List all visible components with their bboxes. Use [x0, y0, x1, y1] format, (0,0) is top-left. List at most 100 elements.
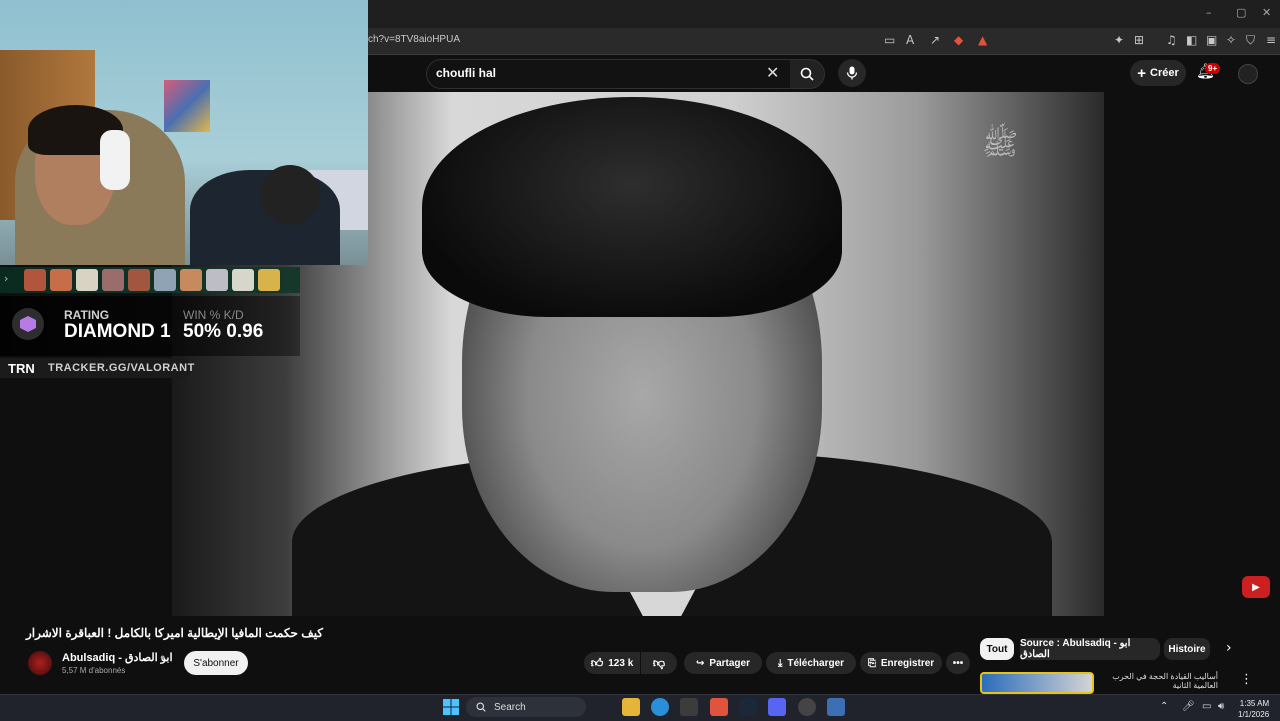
share-label: Partager — [709, 657, 750, 669]
tray-network-icon[interactable]: ▭ — [1202, 701, 1211, 712]
agent-portrait-icon — [50, 269, 72, 291]
thumbs-down-icon: 👎︎ — [652, 655, 666, 670]
taskbar-date: 1/1/2026 — [1238, 710, 1270, 719]
tray-volume-icon[interactable]: 🔊︎ — [1218, 701, 1224, 712]
share-arrow-icon: ↪ — [696, 657, 705, 669]
cast-icon[interactable]: ▭ — [884, 33, 895, 47]
leo-icon[interactable]: ✧ — [1226, 33, 1236, 47]
subscribe-watermark-icon[interactable]: ▶ — [1242, 576, 1270, 598]
edge-icon[interactable] — [651, 698, 669, 716]
more-actions-button[interactable]: ••• — [946, 652, 970, 674]
agent-portrait-icon — [102, 269, 124, 291]
media-icon[interactable]: ♫ — [1166, 33, 1177, 47]
verified-icon: ● — [160, 652, 166, 662]
download-button[interactable]: ⤓ Télécharger — [766, 652, 856, 674]
rating-value: DIAMOND 1 — [64, 321, 171, 342]
vpn-icon[interactable]: ⛉ — [1246, 33, 1255, 48]
windows-start-icon[interactable] — [442, 698, 460, 716]
like-count: 123 k — [608, 657, 634, 669]
address-bar[interactable]: ch?v=8TV8aioHPUA — [368, 34, 460, 45]
voice-search-button[interactable] — [838, 59, 866, 87]
share-icon[interactable]: ↗ — [930, 33, 940, 47]
search-icon — [476, 702, 486, 712]
create-button[interactable]: + Créer — [1130, 60, 1186, 86]
webcam-second-head — [260, 165, 320, 225]
menu-icon[interactable]: ≡ — [1266, 33, 1276, 47]
search-input[interactable]: choufli hal — [436, 66, 496, 80]
brave-shield-icon[interactable]: ◆ — [954, 33, 963, 47]
chip-history[interactable]: Histoire — [1164, 638, 1210, 660]
tracker-url: TRACKER.GG/VALORANT — [48, 362, 195, 374]
wallet-icon[interactable]: ▣ — [1206, 33, 1217, 47]
share-button[interactable]: ↪ Partager — [684, 652, 762, 674]
translate-icon[interactable]: A — [906, 33, 914, 47]
thumbs-up-icon: 👍︎ — [590, 655, 604, 670]
video-hair — [422, 97, 842, 317]
chip-source[interactable]: Source : Abulsadiq - ابو الصادق — [1020, 638, 1160, 660]
notification-count-badge: 9+ — [1205, 63, 1221, 74]
settings-gear-icon[interactable] — [827, 698, 845, 716]
headset-icon — [100, 130, 130, 190]
diamond-rank-icon — [12, 308, 44, 340]
taskbar-search-box[interactable]: Search — [466, 697, 586, 717]
maximize-button[interactable]: ▢ — [1236, 6, 1246, 19]
dislike-button[interactable]: 👎︎ — [641, 652, 677, 674]
agent-portrait-icon — [128, 269, 150, 291]
win-kd-value: 50% 0.96 — [183, 321, 264, 342]
channel-name[interactable]: Abulsadiq - ابو الصادق — [62, 651, 173, 664]
download-label: Télécharger — [787, 657, 845, 669]
obs-icon[interactable] — [798, 698, 816, 716]
win-kd-label: WIN % K/D — [183, 308, 244, 322]
webcam-overlay — [0, 0, 368, 265]
recommended-video-thumbnail[interactable] — [980, 672, 1094, 694]
tray-mic-icon[interactable]: 🎤︎ — [1182, 701, 1195, 712]
chips-next-chevron-icon[interactable]: › — [1226, 640, 1232, 656]
agent-portrait-icon — [232, 269, 254, 291]
taskbar-search-label: Search — [494, 701, 526, 713]
plus-icon: + — [1137, 64, 1146, 82]
agent-portrait-icon — [154, 269, 176, 291]
search-button[interactable] — [790, 59, 825, 89]
webcam-poster — [164, 80, 210, 132]
subscriber-count: 5,57 M d'abonnés — [62, 666, 126, 675]
agent-portrait-icon — [76, 269, 98, 291]
store-icon[interactable] — [680, 698, 698, 716]
bookmark-icon: ⎘ — [867, 657, 876, 669]
discord-icon[interactable] — [768, 698, 786, 716]
like-button[interactable]: 👍︎ 123 k — [584, 652, 640, 674]
subscribe-button[interactable]: S'abonner — [184, 651, 248, 675]
tab-search-icon[interactable]: ⊞ — [1134, 33, 1144, 47]
video-side-area — [1104, 92, 1280, 616]
channel-avatar[interactable] — [28, 651, 52, 675]
brave-rewards-icon[interactable]: ▲ — [978, 33, 987, 47]
trn-logo: TRN — [8, 361, 35, 376]
minimize-button[interactable]: – — [1206, 6, 1212, 19]
agent-portrait-icon — [258, 269, 280, 291]
agent-portrait-icon — [180, 269, 202, 291]
brave-taskbar-icon[interactable] — [710, 698, 728, 716]
recommended-more-icon[interactable]: ⋮ — [1240, 672, 1253, 687]
agent-portrait-icon — [206, 269, 228, 291]
agent-portrait-icon — [24, 269, 46, 291]
account-avatar[interactable] — [1238, 64, 1258, 84]
extensions-icon[interactable]: ✦ — [1114, 33, 1124, 47]
video-title: كيف حكمت المافيا الإيطالية اميركا بالكام… — [26, 626, 324, 640]
chip-all[interactable]: Tout — [980, 638, 1014, 660]
more-dots-icon: ••• — [952, 657, 964, 669]
sidebar-icon[interactable]: ◧ — [1186, 33, 1197, 47]
search-icon — [800, 67, 814, 81]
clear-search-icon[interactable]: ✕ — [766, 63, 779, 82]
download-icon: ⤓ — [777, 657, 783, 669]
close-window-button[interactable]: ✕ — [1262, 6, 1271, 19]
save-label: Enregistrer — [880, 657, 935, 669]
save-button[interactable]: ⎘ Enregistrer — [860, 652, 942, 674]
file-explorer-icon[interactable] — [622, 698, 640, 716]
taskbar-clock[interactable]: 1:35 AM 1/1/2026 — [1238, 698, 1269, 720]
tray-chevron-up-icon[interactable]: ⌃ — [1160, 701, 1168, 712]
recommended-video-title[interactable]: أساليب القيادة الحجة في الحرب العالمية ا… — [1098, 672, 1218, 690]
windows-taskbar — [0, 694, 1280, 721]
steam-icon[interactable] — [739, 698, 757, 716]
taskbar-time: 1:35 AM — [1239, 699, 1270, 708]
create-label: Créer — [1150, 67, 1179, 79]
rating-label: RATING — [64, 308, 110, 322]
